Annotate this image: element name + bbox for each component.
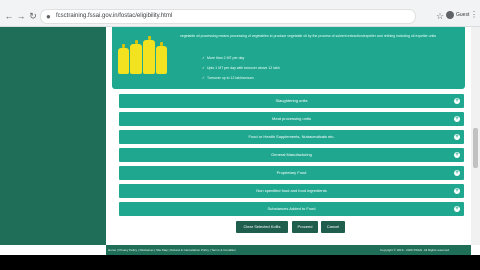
plus-icon[interactable]: + (454, 116, 460, 122)
cancel-button[interactable]: Cancel (321, 221, 345, 233)
avatar[interactable] (446, 11, 454, 19)
accordion-label: Proprietary Food (276, 170, 307, 175)
url-text: fcsctraining.fssai.gov.in/fostac/eligibi… (56, 13, 173, 19)
cylinder-valve-icon (148, 36, 151, 40)
proceed-button[interactable]: Proceed (292, 221, 318, 233)
accordion-label: Meat processing units (272, 116, 311, 121)
plus-icon[interactable]: + (454, 152, 460, 158)
reload-icon[interactable]: ↻ (28, 11, 38, 21)
turnover-option[interactable]: ✓ More than 2 MT per day (202, 55, 244, 61)
arrow-left-icon[interactable]: ← (4, 11, 14, 21)
cylinder-icon (118, 48, 129, 74)
plus-icon[interactable]: + (454, 170, 460, 176)
accordion-label: Food or Health Supplements, Nutraceutica… (248, 134, 335, 139)
address-bar[interactable]: ● fcsctraining.fssai.gov.in/fostac/eligi… (40, 9, 416, 24)
more-vert-icon[interactable]: ⋮ (470, 10, 478, 20)
check-icon: ✓ (202, 56, 205, 60)
plus-icon[interactable]: + (454, 206, 460, 212)
turnover-option[interactable]: ✓ Turnover up to 12 lakh/annum (202, 75, 254, 81)
accordion-label: General Manufacturing (271, 152, 312, 157)
turnover-option[interactable]: ✓ Upto 1 MT per day with turnover above 1… (202, 65, 280, 71)
accordion-label: Slaughtering units (275, 98, 308, 103)
kob-description: vegetable oil processing means processin… (180, 34, 437, 38)
browser-toolbar: ← → ↻ ● fcsctraining.fssai.gov.in/fostac… (0, 0, 480, 27)
arrow-right-icon[interactable]: → (16, 11, 26, 21)
plus-icon[interactable]: + (454, 98, 460, 104)
footer-copyright: Copyright © 2019 - 2020 FSSAI. All Right… (380, 248, 450, 252)
accordion-item[interactable]: Proprietary Food + (119, 166, 464, 180)
plus-icon[interactable]: + (454, 188, 460, 194)
accordion-item[interactable]: Food or Health Supplements, Nutraceutica… (119, 130, 464, 144)
accordion-item[interactable]: Substances Added to Food + (119, 202, 464, 216)
cylinder-valve-icon (160, 42, 163, 46)
scrollbar-thumb[interactable] (473, 128, 478, 168)
accordion-item[interactable]: Non specified food and food ingredients … (119, 184, 464, 198)
star-icon[interactable]: ☆ (436, 11, 444, 21)
cylinder-icon (143, 40, 155, 74)
left-side-panel (0, 27, 106, 245)
lock-icon: ● (46, 12, 51, 21)
accordion-label: Non specified food and food ingredients (256, 188, 327, 193)
cylinder-valve-icon (122, 44, 125, 48)
profile-label[interactable]: Guest (456, 11, 469, 19)
footer-links[interactable]: Home | Privacy Policy | Disclaimer | Sit… (108, 245, 236, 255)
check-icon: ✓ (202, 76, 205, 80)
cylinder-valve-icon (135, 40, 138, 44)
accordion-item[interactable]: General Manufacturing + (119, 148, 464, 162)
accordion-label: Substances Added to Food (267, 206, 316, 211)
accordion-item[interactable]: Meat processing units + (119, 112, 464, 126)
cylinder-icon (156, 46, 167, 74)
plus-icon[interactable]: + (454, 134, 460, 140)
check-icon: ✓ (202, 66, 205, 70)
cylinder-icon (130, 44, 142, 74)
video-bottom-bar (0, 255, 480, 270)
clear-selected-button[interactable]: Clear Selected KoBs (236, 221, 288, 233)
accordion-item[interactable]: Slaughtering units + (119, 94, 464, 108)
